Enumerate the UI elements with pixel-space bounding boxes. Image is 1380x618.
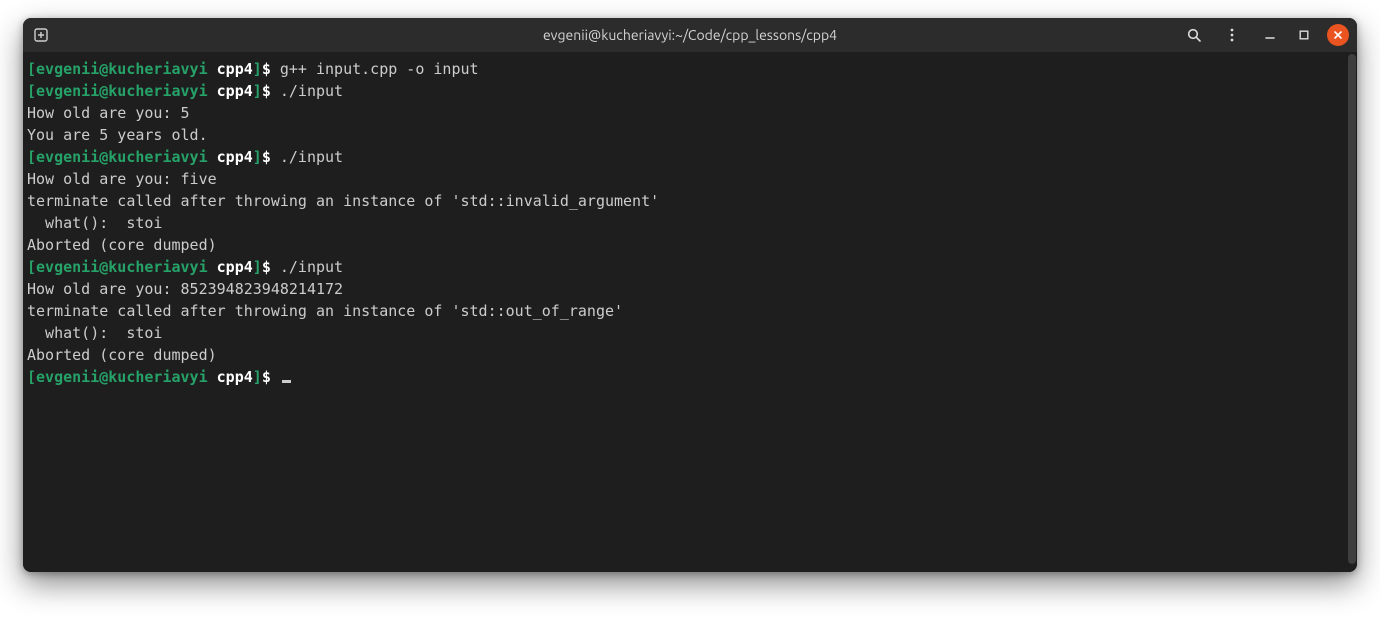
prompt-bracket-close: ] bbox=[253, 368, 262, 386]
prompt-bracket-open: [ bbox=[27, 258, 36, 276]
output-line: Aborted (core dumped) bbox=[27, 236, 217, 254]
output-line: terminate called after throwing an insta… bbox=[27, 192, 659, 210]
close-button[interactable] bbox=[1327, 24, 1349, 46]
new-tab-icon[interactable] bbox=[31, 25, 51, 45]
window-controls bbox=[1259, 24, 1349, 46]
output-line: terminate called after throwing an insta… bbox=[27, 302, 623, 320]
prompt-symbol: $ bbox=[262, 368, 271, 386]
output-line: How old are you: 852394823948214172 bbox=[27, 280, 343, 298]
output-line: You are 5 years old. bbox=[27, 126, 208, 144]
menu-icon[interactable] bbox=[1221, 24, 1243, 46]
prompt-sep bbox=[208, 368, 217, 386]
output-line: How old are you: 5 bbox=[27, 104, 190, 122]
prompt-cwd: cpp4 bbox=[217, 82, 253, 100]
prompt-user-host: evgenii@kucheriavyi bbox=[36, 258, 208, 276]
terminal-body[interactable]: [evgenii@kucheriavyi cpp4]$ g++ input.cp… bbox=[23, 52, 1357, 572]
titlebar-right bbox=[1183, 24, 1349, 46]
prompt-user-host: evgenii@kucheriavyi bbox=[36, 148, 208, 166]
prompt-cwd: cpp4 bbox=[217, 368, 253, 386]
output-line: what(): stoi bbox=[27, 214, 162, 232]
prompt-sep bbox=[208, 82, 217, 100]
prompt-symbol: $ bbox=[262, 82, 271, 100]
prompt-bracket-open: [ bbox=[27, 82, 36, 100]
prompt-user-host: evgenii@kucheriavyi bbox=[36, 60, 208, 78]
prompt-symbol: $ bbox=[262, 60, 271, 78]
output-line: what(): stoi bbox=[27, 324, 162, 342]
scrollbar-thumb[interactable] bbox=[1348, 54, 1356, 564]
output-line: How old are you: five bbox=[27, 170, 217, 188]
prompt-symbol: $ bbox=[262, 148, 271, 166]
titlebar-left bbox=[31, 25, 51, 45]
command-text: ./input bbox=[280, 82, 343, 100]
prompt-bracket-open: [ bbox=[27, 148, 36, 166]
window-title: evgenii@kucheriavyi:~/Code/cpp_lessons/c… bbox=[543, 27, 837, 43]
prompt-cwd: cpp4 bbox=[217, 258, 253, 276]
prompt-bracket-close: ] bbox=[253, 60, 262, 78]
prompt-user-host: evgenii@kucheriavyi bbox=[36, 368, 208, 386]
terminal-content: [evgenii@kucheriavyi cpp4]$ g++ input.cp… bbox=[27, 58, 1353, 388]
output-line: Aborted (core dumped) bbox=[27, 346, 217, 364]
command-text: ./input bbox=[280, 148, 343, 166]
scrollbar-track[interactable] bbox=[1347, 52, 1357, 572]
prompt-sep bbox=[208, 258, 217, 276]
prompt-bracket-open: [ bbox=[27, 60, 36, 78]
prompt-sep bbox=[208, 60, 217, 78]
prompt-bracket-open: [ bbox=[27, 368, 36, 386]
minimize-button[interactable] bbox=[1259, 24, 1281, 46]
terminal-window: evgenii@kucheriavyi:~/Code/cpp_lessons/c… bbox=[23, 18, 1357, 572]
prompt-user-host: evgenii@kucheriavyi bbox=[36, 82, 208, 100]
search-icon[interactable] bbox=[1183, 24, 1205, 46]
cursor bbox=[282, 380, 291, 383]
prompt-sep bbox=[208, 148, 217, 166]
maximize-button[interactable] bbox=[1293, 24, 1315, 46]
prompt-cwd: cpp4 bbox=[217, 148, 253, 166]
prompt-bracket-close: ] bbox=[253, 148, 262, 166]
prompt-cwd: cpp4 bbox=[217, 60, 253, 78]
title-bar[interactable]: evgenii@kucheriavyi:~/Code/cpp_lessons/c… bbox=[23, 18, 1357, 52]
prompt-bracket-close: ] bbox=[253, 82, 262, 100]
command-text: g++ input.cpp -o input bbox=[280, 60, 479, 78]
command-text: ./input bbox=[280, 258, 343, 276]
prompt-bracket-close: ] bbox=[253, 258, 262, 276]
prompt-symbol: $ bbox=[262, 258, 271, 276]
